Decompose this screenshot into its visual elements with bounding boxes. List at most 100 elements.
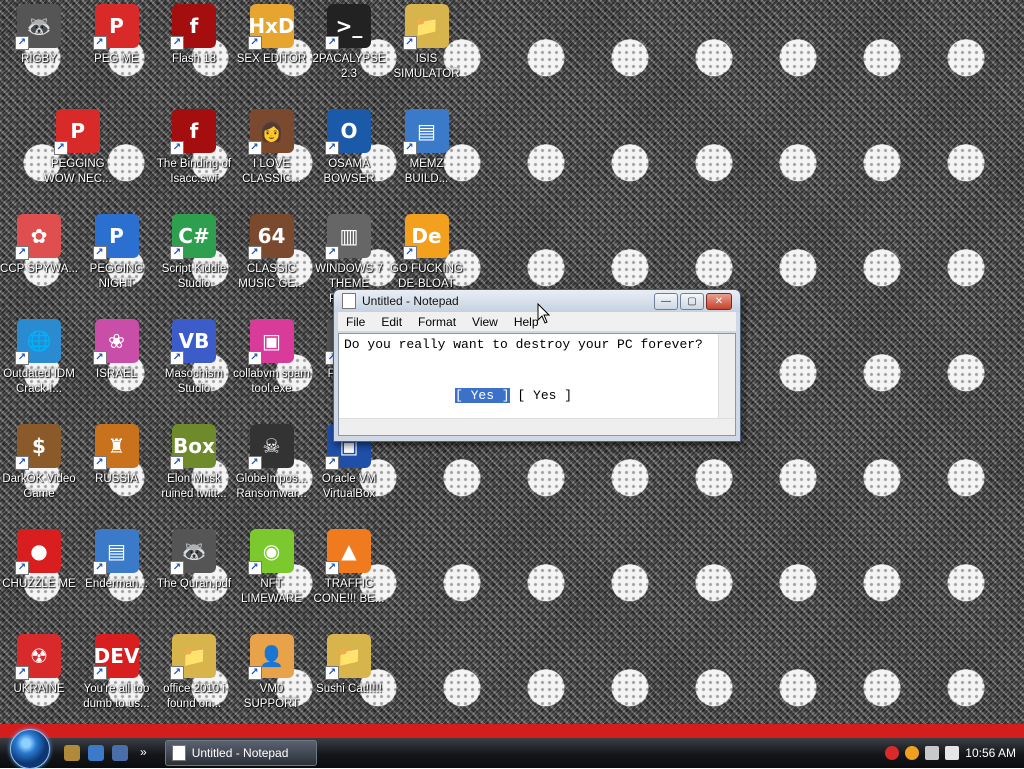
desktop-icon-label: Sushi Cat!!!!!: [316, 683, 382, 695]
desktop-icon[interactable]: f ↗ Flash 18: [155, 2, 233, 67]
desktop-icon-image: 🦝 ↗: [15, 4, 61, 50]
quick-launch-more-button[interactable]: »: [140, 745, 147, 761]
quick-launch-desktop-icon[interactable]: [112, 745, 128, 761]
start-button[interactable]: [10, 729, 50, 769]
desktop-icon-label: OSAMA BOWSER: [323, 158, 375, 185]
desktop-icon[interactable]: P ↗ PEGGING NIGHT: [78, 212, 156, 292]
desktop-icon-label: 2PACALYPSE 2.3: [312, 53, 386, 80]
desktop-icon-image: $ ↗: [15, 424, 61, 470]
desktop-icon-image: P ↗: [92, 214, 139, 260]
desktop-icon[interactable]: 👩 ↗ I LOVE CLASSIC...: [233, 107, 311, 187]
menu-edit[interactable]: Edit: [373, 315, 410, 329]
desktop-icon[interactable]: C# ↗ Script Kiddie Studio: [155, 212, 233, 292]
desktop-icon[interactable]: ❀ ↗ ISRAEL: [78, 317, 156, 382]
desktop-icon-image: HxD ↗: [247, 4, 295, 50]
desktop-icon-label: ISIS SIMULATOR: [393, 53, 460, 80]
clock[interactable]: 10:56 AM: [965, 746, 1016, 760]
desktop-icon-label: Outdated IDM Crack I...: [3, 368, 75, 395]
desktop-icon[interactable]: 📁 ↗ office 2010 i found on...: [155, 632, 233, 712]
shortcut-arrow-icon: ↗: [170, 351, 184, 365]
desktop-icon-image: 👤 ↗: [247, 634, 294, 680]
shortcut-arrow-icon: ↗: [15, 666, 29, 680]
network-icon[interactable]: [925, 746, 940, 760]
desktop-icon[interactable]: Box ↗ Elon Musk ruined twitt...: [155, 422, 233, 502]
desktop-icon-label: CCP SPYWA...: [0, 263, 78, 275]
desktop-icon[interactable]: >_ ↗ 2PACALYPSE 2.3: [310, 2, 388, 82]
taskbar-item-notepad[interactable]: Untitled - Notepad: [164, 740, 317, 766]
shortcut-arrow-icon: ↗: [170, 666, 184, 680]
desktop-icon[interactable]: 📁 ↗ ISIS SIMULATOR: [388, 2, 466, 82]
horizontal-scrollbar[interactable]: [339, 418, 735, 435]
desktop-icon[interactable]: ▣ ↗ collabvm spam tool.exe: [233, 317, 311, 397]
desktop-icon[interactable]: ◉ ↗ NFT LIMEWARE: [233, 527, 311, 607]
volume-icon[interactable]: [945, 746, 960, 760]
desktop-icon[interactable]: 🦝 ↗ RIGBY: [0, 2, 78, 67]
desktop-icon[interactable]: ☢ ↗ UKRAINE: [0, 632, 78, 697]
desktop-icon[interactable]: $ ↗ DarkOK Video Game: [0, 422, 78, 502]
shortcut-arrow-icon: ↗: [247, 141, 262, 155]
minimize-button[interactable]: —: [654, 293, 678, 310]
desktop-icon-label: You're all too dumb to us...: [83, 683, 150, 710]
desktop-icon[interactable]: ● ↗ CHUZZLE ME: [0, 527, 78, 592]
desktop-icon-image: 📁 ↗: [325, 634, 371, 680]
desktop-icon[interactable]: 64 ↗ CLASSIC MUSIC GE...: [233, 212, 311, 292]
quick-launch-browser-icon[interactable]: [88, 745, 104, 761]
desktop-icon[interactable]: 🦝 ↗ The Quran.pdf: [155, 527, 233, 592]
desktop-icon-image: ❀ ↗: [92, 319, 139, 365]
desktop-icon-image: f ↗: [170, 4, 216, 50]
desktop-icon[interactable]: 👤 ↗ VM0 SUPPORT: [233, 632, 311, 712]
desktop-icon-image: ▲ ↗: [325, 529, 371, 575]
desktop-icon[interactable]: VB ↗ Masochism Studio: [155, 317, 233, 397]
menu-view[interactable]: View: [464, 315, 506, 329]
desktop-icon[interactable]: ✿ ↗ CCP SPYWA...: [0, 212, 78, 277]
system-tray: 10:56 AM: [885, 738, 1016, 768]
desktop-icon[interactable]: De ↗ GO FUCKING DE-BLOAT: [388, 212, 466, 292]
desktop-icon-image: ♜ ↗: [92, 424, 139, 470]
desktop-icon[interactable]: P ↗ PEG ME: [78, 2, 156, 67]
shortcut-arrow-icon: ↗: [325, 141, 339, 155]
desktop-icon[interactable]: 🌐 ↗ Outdated IDM Crack I...: [0, 317, 78, 397]
desktop-icon[interactable]: 📁 ↗ Sushi Cat!!!!!: [310, 632, 388, 697]
desktop-icon[interactable]: O ↗ OSAMA BOWSER: [310, 107, 388, 187]
search-icon[interactable]: [905, 746, 920, 760]
desktop-icon[interactable]: ♜ ↗ RUSSIA: [78, 422, 156, 487]
shortcut-arrow-icon: ↗: [15, 351, 29, 365]
vertical-scrollbar[interactable]: [718, 334, 735, 419]
desktop-icon[interactable]: P ↗ PEGGING WOW NEC...: [39, 107, 117, 187]
close-button[interactable]: ✕: [706, 293, 732, 310]
desktop-icon-image: VB ↗: [170, 319, 216, 365]
desktop-icon[interactable]: ▲ ↗ TRAFFIC CONE!!! BE...: [310, 527, 388, 607]
notepad-app-icon: [342, 293, 356, 309]
menu-file[interactable]: File: [338, 315, 373, 329]
desktop-icon[interactable]: ▤ ↗ Enderman...: [78, 527, 156, 592]
shortcut-arrow-icon: ↗: [247, 36, 262, 50]
shortcut-arrow-icon: ↗: [325, 246, 339, 260]
desktop-icon-image: ◉ ↗: [247, 529, 294, 575]
maximize-button[interactable]: ▢: [680, 293, 704, 310]
desktop-icon-label: Script Kiddie Studio: [161, 263, 227, 290]
desktop-icon-label: DarkOK Video Game: [2, 473, 76, 500]
yes-option[interactable]: [ Yes ]: [517, 388, 572, 403]
shortcut-arrow-icon: ↗: [170, 141, 184, 155]
desktop-icon[interactable]: DEV ↗ You're all too dumb to us...: [78, 632, 156, 712]
security-alert-icon[interactable]: [885, 746, 900, 760]
desktop-icon-label: PEGGING NIGHT: [89, 263, 144, 290]
desktop-icon-image: 64 ↗: [247, 214, 294, 260]
desktop-icon-label: RUSSIA: [95, 473, 138, 485]
shortcut-arrow-icon: ↗: [170, 561, 184, 575]
desktop-icon[interactable]: ▤ ↗ MEMZ BUILD...: [388, 107, 466, 187]
desktop-icon-image: ▤ ↗: [92, 529, 139, 575]
desktop-icon-image: 👩 ↗: [247, 109, 294, 155]
shortcut-arrow-icon: ↗: [325, 456, 339, 470]
shortcut-arrow-icon: ↗: [92, 561, 107, 575]
menu-format[interactable]: Format: [410, 315, 464, 329]
notepad-text-area[interactable]: Do you really want to destroy your PC fo…: [338, 333, 736, 436]
shortcut-arrow-icon: ↗: [53, 141, 68, 155]
desktop-icon[interactable]: HxD ↗ SEX EDITOR: [233, 2, 311, 67]
desktop-icon[interactable]: ☠ ↗ GlobeImpos... Ransomwar...: [233, 422, 311, 502]
shortcut-arrow-icon: ↗: [15, 36, 29, 50]
shortcut-arrow-icon: ↗: [15, 456, 29, 470]
quick-launch-tools-icon[interactable]: [64, 745, 80, 761]
desktop-icon[interactable]: f ↗ The Binding of Isacc.swf: [155, 107, 233, 187]
yes-option-selected[interactable]: [ Yes ]: [455, 388, 510, 403]
